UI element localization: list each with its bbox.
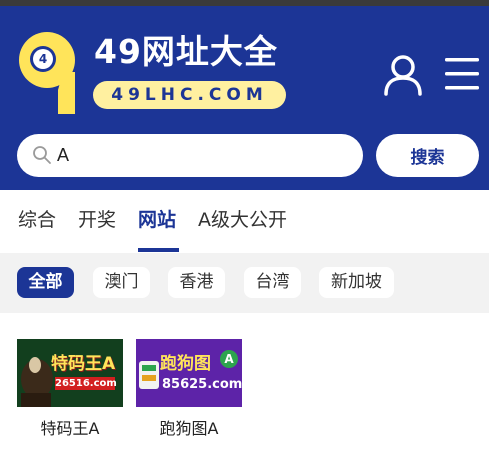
search-input[interactable] (57, 134, 347, 177)
tab-websites[interactable]: 网站 (138, 207, 176, 233)
filter-singapore[interactable]: 新加坡 (319, 267, 394, 298)
hamburger-menu-icon[interactable] (443, 56, 481, 92)
thumb-title: 跑狗图 (160, 354, 211, 374)
search-icon (33, 146, 51, 164)
thumb-url: 85625.com (162, 377, 242, 392)
search-button[interactable]: 搜索 (376, 134, 479, 177)
search-box[interactable] (17, 134, 363, 177)
filter-taiwan[interactable]: 台湾 (244, 267, 301, 298)
filter-all[interactable]: 全部 (17, 267, 74, 298)
region-filter-bar: 全部 澳门 香港 台湾 新加坡 (0, 253, 489, 313)
thumb-badge: A (220, 350, 238, 368)
filter-hong-kong[interactable]: 香港 (168, 267, 225, 298)
site-title: 49网址大全 (94, 32, 278, 71)
user-icon[interactable] (383, 54, 423, 96)
active-tab-indicator (138, 248, 179, 252)
result-label[interactable]: 跑狗图A (136, 415, 242, 439)
result-thumbnail[interactable]: 跑狗图 A 85625.com (136, 339, 242, 407)
results-grid: 特码王A 26516.com 特码王A 跑狗图 A 85625.com 跑狗图A (0, 313, 489, 459)
logo-nine-icon[interactable] (14, 30, 80, 114)
logo-ball-number: 4 (38, 52, 48, 66)
category-tabs: 综合 开奖 网站 A级大公开 (0, 190, 489, 253)
tab-draw-results[interactable]: 开奖 (78, 207, 116, 233)
thumb-url: 26516.com (55, 377, 117, 390)
thumb-title: 特码王A (51, 354, 116, 374)
filter-macau[interactable]: 澳门 (93, 267, 150, 298)
result-label[interactable]: 特码王A (17, 415, 123, 439)
site-url-badge: 49LHC.COM (93, 81, 286, 109)
tab-overview[interactable]: 综合 (18, 207, 56, 233)
tab-a-grade-public[interactable]: A级大公开 (198, 207, 287, 233)
result-thumbnail[interactable]: 特码王A 26516.com (17, 339, 123, 407)
